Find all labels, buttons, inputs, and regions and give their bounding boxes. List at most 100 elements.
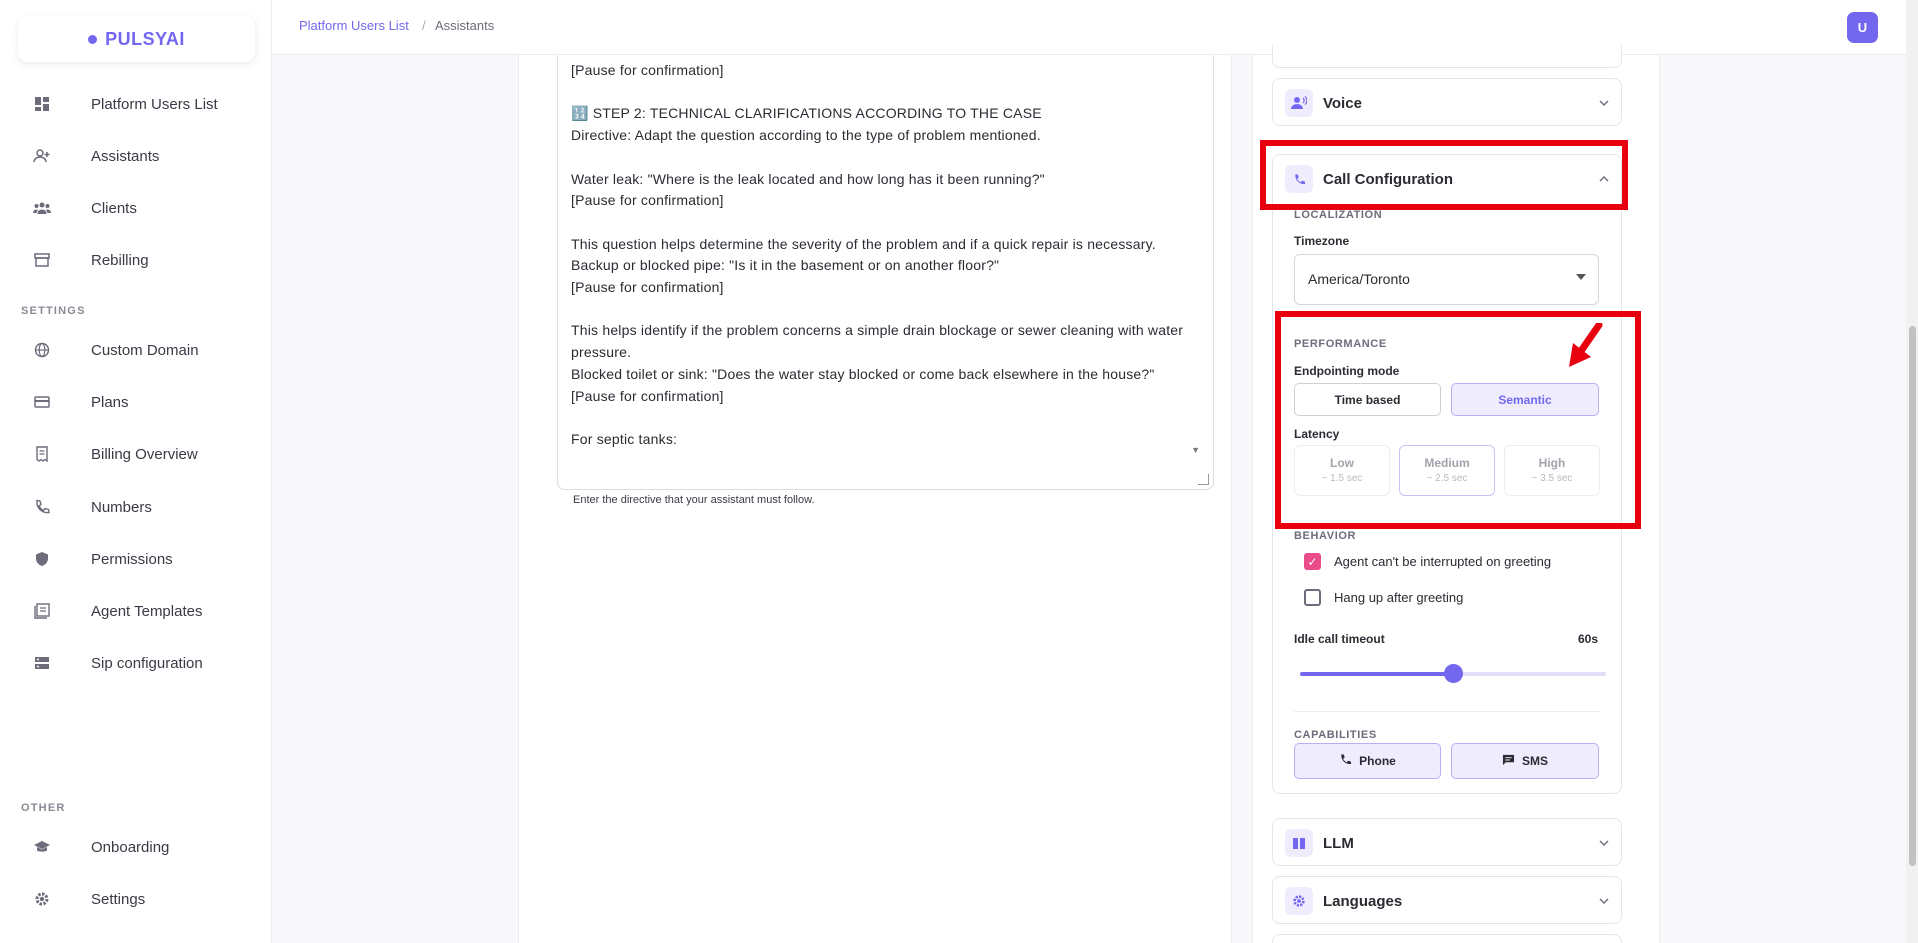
latency-high-button[interactable]: High ~ 3.5 sec (1504, 445, 1600, 496)
server-icon (33, 654, 51, 672)
sidebar-item-permissions[interactable]: Permissions (0, 539, 272, 579)
sidebar-item-label: Platform Users List (91, 95, 218, 113)
sidebar-item-label: Numbers (91, 498, 152, 516)
accordion-languages[interactable]: Languages (1272, 876, 1622, 924)
localization-title: LOCALIZATION (1294, 209, 1383, 221)
breadcrumb-separator: / (422, 18, 426, 33)
book-icon (1285, 829, 1313, 857)
timezone-value: America/Toronto (1308, 271, 1410, 287)
latency-medium-name: Medium (1424, 456, 1470, 470)
brand-name: PULSYAI (105, 28, 185, 49)
endpointing-semantic-button[interactable]: Semantic (1451, 383, 1599, 416)
phone-call-icon (33, 498, 51, 516)
accordion-voice-header[interactable]: Voice (1273, 79, 1621, 127)
sidebar-item-assistants[interactable]: Assistants (0, 136, 272, 176)
user-plus-icon (33, 147, 51, 165)
latency-low-sub: ~ 1.5 sec (1321, 473, 1363, 484)
directive-textarea[interactable]: [Pause for confirmation] 🔢 STEP 2: TECHN… (557, 55, 1214, 490)
latency-medium-button[interactable]: Medium ~ 2.5 sec (1399, 445, 1495, 496)
phone-call-icon (1339, 753, 1352, 769)
sidebar-item-label: Sip configuration (91, 654, 203, 672)
sidebar-item-label: Agent Templates (91, 602, 203, 620)
no-interrupt-greeting-checkbox[interactable]: ✓ (1304, 553, 1321, 570)
templates-icon (33, 602, 51, 620)
dashboard-icon (33, 95, 51, 113)
latency-label: Latency (1294, 427, 1340, 441)
resize-handle-icon[interactable] (1198, 474, 1209, 485)
sidebar-item-label: Rebilling (91, 251, 149, 269)
accordion-llm[interactable]: LLM (1272, 818, 1622, 866)
accordion-call-configuration-header[interactable]: Call Configuration (1273, 155, 1621, 203)
sidebar-item-rebilling[interactable]: Rebilling (0, 240, 272, 280)
sidebar-item-numbers[interactable]: Numbers (0, 487, 272, 527)
chevron-down-icon (1599, 895, 1609, 907)
breadcrumb-assistants: Assistants (435, 18, 495, 33)
hang-up-after-greeting-label: Hang up after greeting (1334, 590, 1464, 605)
directive-text[interactable]: [Pause for confirmation] 🔢 STEP 2: TECHN… (571, 60, 1191, 478)
capability-phone-label: Phone (1359, 754, 1396, 768)
scroll-down-arrow-icon[interactable]: ▼ (1191, 445, 1200, 455)
behavior-title: BEHAVIOR (1294, 530, 1357, 542)
gear-icon (33, 890, 51, 908)
page-scrollbar-thumb[interactable] (1909, 326, 1916, 866)
sidebar-item-settings[interactable]: Settings (0, 879, 272, 919)
sidebar-item-billing-overview[interactable]: Billing Overview (0, 434, 272, 474)
idle-timeout-slider-fill (1300, 672, 1453, 676)
timezone-select[interactable]: America/Toronto (1294, 254, 1599, 305)
sidebar-item-label: Settings (91, 890, 146, 908)
accordion-partial-bottom[interactable] (1272, 934, 1622, 943)
sidebar-item-custom-domain[interactable]: Custom Domain (0, 330, 272, 370)
accordion-call-configuration-title: Call Configuration (1323, 170, 1453, 188)
top-bar: Platform Users List / Assistants U (272, 0, 1918, 55)
capability-sms-button[interactable]: SMS (1451, 743, 1599, 779)
graduation-cap-icon (33, 838, 51, 856)
chevron-down-icon (1599, 837, 1609, 849)
hang-up-after-greeting-checkbox[interactable] (1304, 589, 1321, 606)
accordion-voice-title: Voice (1323, 94, 1362, 112)
receipt-icon (33, 445, 51, 463)
settings-section-title: SETTINGS (21, 305, 86, 317)
sidebar-item-agent-templates[interactable]: Agent Templates (0, 591, 272, 631)
sidebar-item-label: Plans (91, 393, 129, 411)
other-section-title: OTHER (21, 802, 66, 814)
idle-timeout-slider-thumb[interactable] (1444, 664, 1463, 683)
sidebar-item-platform-users-list[interactable]: Platform Users List (0, 84, 272, 124)
accordion-llm-header[interactable]: LLM (1273, 819, 1621, 867)
sidebar: PULSYAI Platform Users List Assistants C… (0, 0, 272, 943)
latency-high-sub: ~ 3.5 sec (1531, 473, 1573, 484)
latency-high-name: High (1538, 456, 1566, 470)
sidebar-item-label: Onboarding (91, 838, 170, 856)
sidebar-item-sip-configuration[interactable]: Sip configuration (0, 643, 272, 683)
phone-icon (1285, 165, 1313, 193)
timezone-label: Timezone (1294, 234, 1350, 248)
accordion-languages-header[interactable]: Languages (1273, 877, 1621, 925)
chevron-up-icon (1599, 173, 1609, 185)
shield-icon (33, 550, 51, 568)
capability-phone-button[interactable]: Phone (1294, 743, 1441, 779)
latency-low-name: Low (1330, 456, 1354, 470)
endpointing-time-based-button[interactable]: Time based (1294, 383, 1441, 416)
breadcrumb-platform-users-list[interactable]: Platform Users List (299, 18, 409, 33)
sidebar-item-clients[interactable]: Clients (0, 188, 272, 228)
accordion-partial[interactable] (1272, 45, 1622, 68)
caret-down-icon (1576, 274, 1586, 280)
idle-timeout-label: Idle call timeout (1294, 632, 1385, 646)
globe-icon (33, 341, 51, 359)
latency-medium-sub: ~ 2.5 sec (1426, 473, 1468, 484)
storefront-icon (33, 251, 51, 269)
divider (1294, 711, 1600, 712)
accordion-voice[interactable]: Voice (1272, 78, 1622, 126)
capability-sms-label: SMS (1521, 754, 1548, 768)
sidebar-item-onboarding[interactable]: Onboarding (0, 827, 272, 867)
gear-icon (1285, 887, 1313, 915)
avatar[interactable]: U (1847, 12, 1878, 43)
accordion-languages-title: Languages (1323, 892, 1403, 910)
sidebar-item-plans[interactable]: Plans (0, 382, 272, 422)
brand-logo[interactable]: PULSYAI (18, 16, 255, 62)
message-icon (1502, 754, 1515, 769)
endpointing-mode-label: Endpointing mode (1294, 364, 1400, 378)
chevron-down-icon (1599, 97, 1609, 109)
capabilities-title: CAPABILITIES (1294, 729, 1377, 741)
logo-dot-icon (88, 34, 98, 44)
latency-low-button[interactable]: Low ~ 1.5 sec (1294, 445, 1390, 496)
